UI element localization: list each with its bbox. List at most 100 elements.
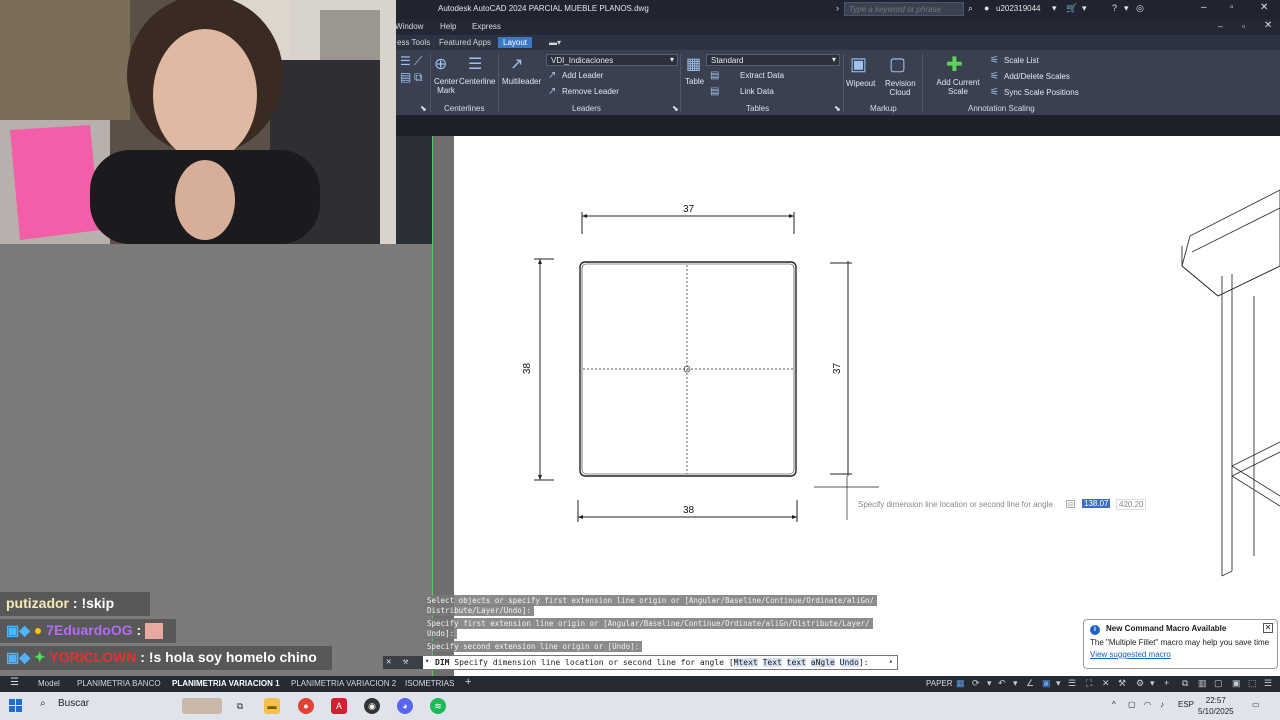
scale-list-button[interactable]: Scale List — [1004, 56, 1039, 65]
sync-scale-icon[interactable]: ⚟ — [990, 87, 999, 98]
recent-commands-icon[interactable]: ▾ — [425, 657, 429, 665]
dropdown-icon[interactable]: ▾ — [1082, 3, 1087, 14]
discord-icon[interactable]: ◕ — [397, 698, 413, 714]
centerline-button[interactable]: Centerline — [459, 77, 495, 86]
dropdown-icon[interactable]: ▾ — [1124, 3, 1129, 14]
menu-item-help[interactable]: Help — [440, 22, 456, 31]
add-scale-icon[interactable]: ✚ — [946, 52, 963, 77]
tab-planimetria-variacion-2[interactable]: PLANIMETRIA VARIACION 2 — [291, 679, 396, 688]
command-option-undo[interactable]: Undo — [839, 658, 859, 667]
wrench-icon[interactable]: ⚒ — [403, 657, 408, 667]
add-layout-icon[interactable]: + — [465, 676, 471, 688]
menu-item-express[interactable]: Express — [472, 22, 501, 31]
tab-layout[interactable]: Layout — [498, 37, 533, 48]
dropdown-icon[interactable]: ▾ — [1150, 678, 1155, 689]
table-icon[interactable]: ▦ — [686, 54, 701, 74]
tab-planimetria-banco[interactable]: PLANIMETRIA BANCO — [77, 679, 161, 688]
tooltip-angle-input[interactable]: 420.20 — [1116, 499, 1147, 510]
user-name[interactable]: u202319044 — [996, 4, 1041, 13]
leader-style-select[interactable]: VDI_Indicaciones ▾ — [546, 54, 678, 66]
spotify-icon[interactable]: ≋ — [430, 698, 446, 714]
dim-text-top[interactable]: 37 — [683, 204, 694, 215]
lineweight-icon[interactable]: ☰ — [1068, 678, 1076, 689]
notifications-icon[interactable]: ▭ — [1252, 700, 1260, 709]
sync-scale-positions-button[interactable]: Sync Scale Positions — [1004, 88, 1079, 97]
layout-view-icon[interactable]: ▣ — [1232, 678, 1241, 689]
close-icon[interactable]: ✕ — [1263, 623, 1273, 633]
link-data-button[interactable]: Link Data — [740, 87, 774, 96]
taskbar-search[interactable]: Buscar — [58, 698, 89, 709]
tab-model[interactable]: Model — [38, 679, 60, 688]
multileader-icon[interactable]: ↗ — [510, 54, 523, 74]
maximize-icon[interactable]: ▫ — [1230, 2, 1234, 13]
layout-icon[interactable]: ▤ — [400, 70, 411, 84]
autocad-icon[interactable]: A — [331, 698, 347, 714]
notification-link[interactable]: View suggested macro — [1090, 650, 1271, 659]
add-leader-icon[interactable]: ↗ — [548, 70, 556, 81]
menu-icon[interactable]: ☰ — [10, 677, 19, 688]
cart-icon[interactable]: 🛒 — [1066, 3, 1077, 14]
wifi-icon[interactable]: ◠ — [1144, 700, 1151, 709]
panel-tables[interactable]: Tables — [746, 104, 769, 113]
snap-icon[interactable]: ⟳ — [972, 678, 980, 689]
grid-icon[interactable]: ▦ — [956, 678, 965, 689]
tab-express-tools[interactable]: ess Tools — [392, 37, 435, 48]
search-icon[interactable]: ⌕ — [40, 698, 46, 709]
help-icon[interactable]: ? — [1112, 3, 1117, 13]
tooltip-value-input[interactable]: 138.07 — [1082, 499, 1111, 508]
panel-expand-icon[interactable]: ⬊ — [420, 104, 427, 113]
search-input[interactable] — [844, 2, 964, 16]
centerline-icon[interactable]: ☰ — [468, 54, 482, 74]
tab-isometrias[interactable]: ISOMETRIAS — [405, 679, 454, 688]
hardware-icon[interactable]: ▥ — [1198, 678, 1207, 689]
command-line[interactable]: ✕ ⚒ ▾ DIM Specify dimension line locatio… — [382, 655, 898, 670]
close-icon[interactable]: ✕ — [386, 657, 391, 667]
volume-icon[interactable]: ♪ — [1160, 700, 1164, 709]
close-doc-icon[interactable]: ✕ — [1264, 20, 1272, 31]
align-icon[interactable]: ☰ — [400, 54, 411, 68]
command-option-angle[interactable]: aNgle — [810, 658, 835, 667]
panel-markup[interactable]: Markup — [870, 104, 897, 113]
remove-leader-button[interactable]: Remove Leader — [562, 87, 619, 96]
gear-icon[interactable]: ⚙ — [1136, 678, 1144, 689]
obs-icon[interactable]: ◉ — [364, 698, 380, 714]
annotation-icon[interactable]: ✕ — [1102, 678, 1110, 689]
dimension-icon[interactable]: ⟋ — [414, 54, 422, 69]
windows-start-icon[interactable] — [9, 699, 23, 713]
tab-planimetria-variacion-1[interactable]: PLANIMETRIA VARIACION 1 — [172, 679, 280, 688]
add-leader-button[interactable]: Add Leader — [562, 71, 603, 80]
clock[interactable]: 22:57 5/10/2025 — [1198, 695, 1234, 717]
dropdown-icon[interactable]: ▾ — [1013, 678, 1018, 689]
panel-leaders[interactable]: Leaders — [572, 104, 601, 113]
tab-featured-apps[interactable]: Featured Apps — [434, 37, 496, 48]
maximize-viewport-icon[interactable]: ⬚ — [1248, 678, 1257, 689]
dim-text-bottom[interactable]: 38 — [683, 505, 694, 516]
plus-icon[interactable]: + — [1164, 678, 1169, 688]
add-current-scale-button[interactable]: Add Current Scale — [932, 78, 984, 96]
wipeout-button[interactable]: Wipeout — [846, 79, 875, 88]
panel-annotation-scaling[interactable]: Annotation Scaling — [968, 104, 1035, 113]
language-indicator[interactable]: ESP — [1178, 700, 1194, 709]
revision-cloud-button[interactable]: Revision Cloud — [885, 79, 916, 97]
task-view-icon[interactable]: ⧉ — [232, 698, 248, 714]
close-icon[interactable]: ✕ — [1260, 2, 1268, 13]
dim-text-left[interactable]: 38 — [522, 363, 533, 374]
scale-list-icon[interactable]: ⚟ — [990, 55, 999, 66]
polar-icon[interactable]: ∠ — [1026, 678, 1034, 689]
wipeout-icon[interactable]: ▣ — [850, 54, 867, 75]
add-delete-scales-icon[interactable]: ⚟ — [990, 71, 999, 82]
restore-doc-icon[interactable]: ▫ — [1242, 21, 1245, 31]
scale-icon[interactable]: ⚒ — [1118, 678, 1126, 689]
link-data-icon[interactable]: ▤ — [710, 86, 719, 97]
isolate-icon[interactable]: ⧉ — [1182, 678, 1188, 689]
osnap-icon[interactable]: ▣ — [1042, 678, 1051, 689]
panel-expand-icon[interactable]: ⬊ — [834, 104, 841, 113]
ortho-icon[interactable]: ↶ — [998, 678, 1006, 689]
chevron-up-icon[interactable]: ^ — [1112, 700, 1116, 709]
center-mark-button[interactable]: Center Mark — [432, 77, 460, 95]
gear-icon[interactable]: ◎ — [1136, 3, 1144, 14]
menu-item-window[interactable]: Window — [395, 22, 423, 31]
chrome-icon[interactable]: ● — [298, 698, 314, 714]
panel-expand-icon[interactable]: ⬊ — [672, 104, 679, 113]
dim-text-right[interactable]: 37 — [832, 363, 843, 374]
